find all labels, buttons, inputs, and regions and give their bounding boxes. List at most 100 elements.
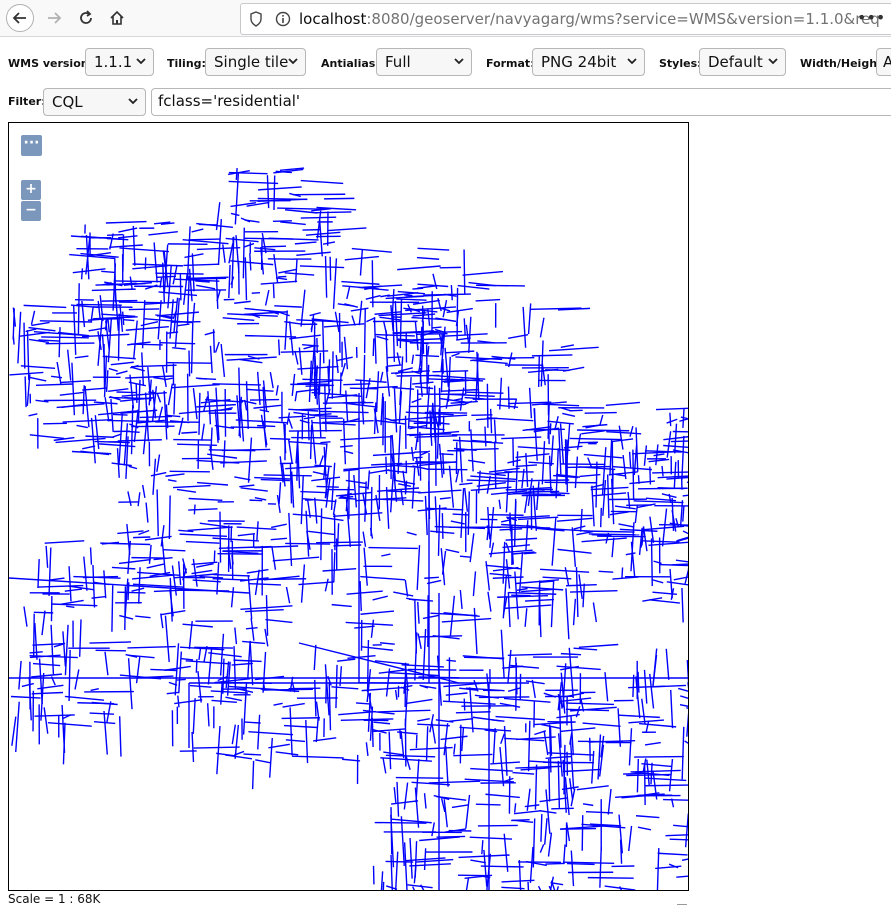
chevron-down-icon [627, 58, 637, 65]
road-segment [401, 664, 444, 668]
back-button[interactable] [6, 4, 34, 32]
road-segment [97, 319, 103, 366]
more-icon[interactable]: ••• [857, 8, 885, 27]
road-segment [395, 851, 399, 890]
road-segment [196, 222, 234, 229]
road-segment [155, 272, 204, 275]
styles-value: Default [708, 53, 763, 71]
shield-icon[interactable] [249, 11, 263, 27]
road-segment [89, 641, 131, 644]
road-segment [322, 401, 374, 404]
road-segment [66, 605, 75, 609]
road-segment [442, 453, 445, 475]
road-segment [578, 574, 583, 599]
road-segment [557, 760, 561, 808]
road-segment [173, 484, 211, 489]
road-segment [363, 307, 366, 354]
home-button[interactable] [103, 4, 131, 32]
road-segment [135, 657, 141, 684]
road-segment [492, 728, 496, 763]
wms-version-select[interactable]: 1.1.1 [85, 48, 154, 76]
road-segment [397, 425, 402, 474]
layer-menu-button[interactable]: ··· [21, 135, 42, 156]
road-segment [214, 341, 220, 353]
road-segment [663, 444, 688, 448]
road-segment [242, 683, 248, 735]
road-segment [327, 227, 367, 232]
road-segment [556, 886, 560, 890]
road-segment [385, 860, 414, 863]
road-segment [239, 484, 255, 488]
road-segment [569, 437, 622, 441]
info-icon[interactable] [275, 11, 291, 27]
road-segment [606, 474, 610, 519]
zoom-out-button[interactable]: − [21, 201, 41, 221]
road-segment [90, 688, 99, 692]
road-segment [618, 425, 624, 450]
antialias-select[interactable]: Full [376, 48, 472, 76]
road-segment [345, 402, 378, 408]
road-segment [539, 797, 568, 803]
road-segment [208, 652, 242, 658]
road-segment [33, 611, 54, 614]
resize-handle[interactable] [677, 904, 687, 905]
road-segment [643, 763, 646, 805]
road-segment [621, 567, 624, 579]
road-segment [562, 412, 576, 418]
road-segment [123, 318, 135, 322]
road-segment [450, 285, 453, 301]
road-segment [444, 333, 488, 337]
road-segment [612, 465, 652, 471]
zoom-in-button[interactable]: + [21, 180, 41, 200]
road-segment [446, 307, 473, 314]
road-segment [35, 383, 74, 386]
tiling-select[interactable]: Single tile [205, 48, 306, 76]
road-segment [444, 350, 475, 354]
road-segment [665, 834, 688, 837]
road-segment [385, 456, 388, 475]
wms-options-toolbar: WMS version: 1.1.1 Tiling: Single tile A… [0, 44, 891, 84]
road-segment [393, 591, 414, 597]
road-segment [238, 367, 241, 417]
road-segment [193, 746, 240, 749]
road-segment [115, 370, 128, 375]
road-segment [637, 826, 652, 831]
road-segment [137, 379, 141, 423]
road-segment [222, 317, 255, 321]
road-segment [574, 456, 579, 489]
road-segment [230, 426, 266, 429]
road-segment [560, 827, 597, 830]
cql-filter-input[interactable]: fclass='residential' [151, 88, 891, 116]
road-segment [293, 411, 318, 417]
road-segment [191, 228, 204, 233]
road-segment [163, 548, 186, 552]
road-segment [324, 256, 328, 298]
road-segment [633, 500, 684, 504]
forward-button[interactable] [40, 4, 68, 32]
road-segment [235, 168, 238, 181]
road-segment [459, 482, 473, 486]
url-bar[interactable]: localhost:8080/geoserver/navyagarg/wms?s… [240, 3, 891, 35]
reload-button[interactable] [72, 4, 100, 32]
road-segment [288, 418, 293, 429]
format-select[interactable]: PNG 24bit [532, 48, 645, 76]
road-segment [417, 717, 430, 722]
road-segment [448, 465, 455, 508]
road-segment [674, 423, 678, 454]
filter-type-select[interactable]: CQL [43, 88, 146, 116]
width-height-input[interactable]: A [876, 48, 891, 76]
road-segment [541, 403, 580, 407]
road-segment [465, 794, 471, 829]
road-segment [12, 336, 15, 345]
road-segment [480, 865, 524, 868]
road-segment [281, 717, 320, 720]
map-viewport[interactable]: ··· + − [8, 122, 689, 891]
road-segment [523, 495, 528, 513]
road-segment [503, 725, 508, 776]
styles-select[interactable]: Default [699, 48, 786, 76]
road-segment [30, 310, 36, 325]
road-segment [387, 364, 402, 367]
road-segment [448, 717, 474, 723]
road-segment [314, 497, 318, 524]
road-segment [114, 288, 120, 331]
